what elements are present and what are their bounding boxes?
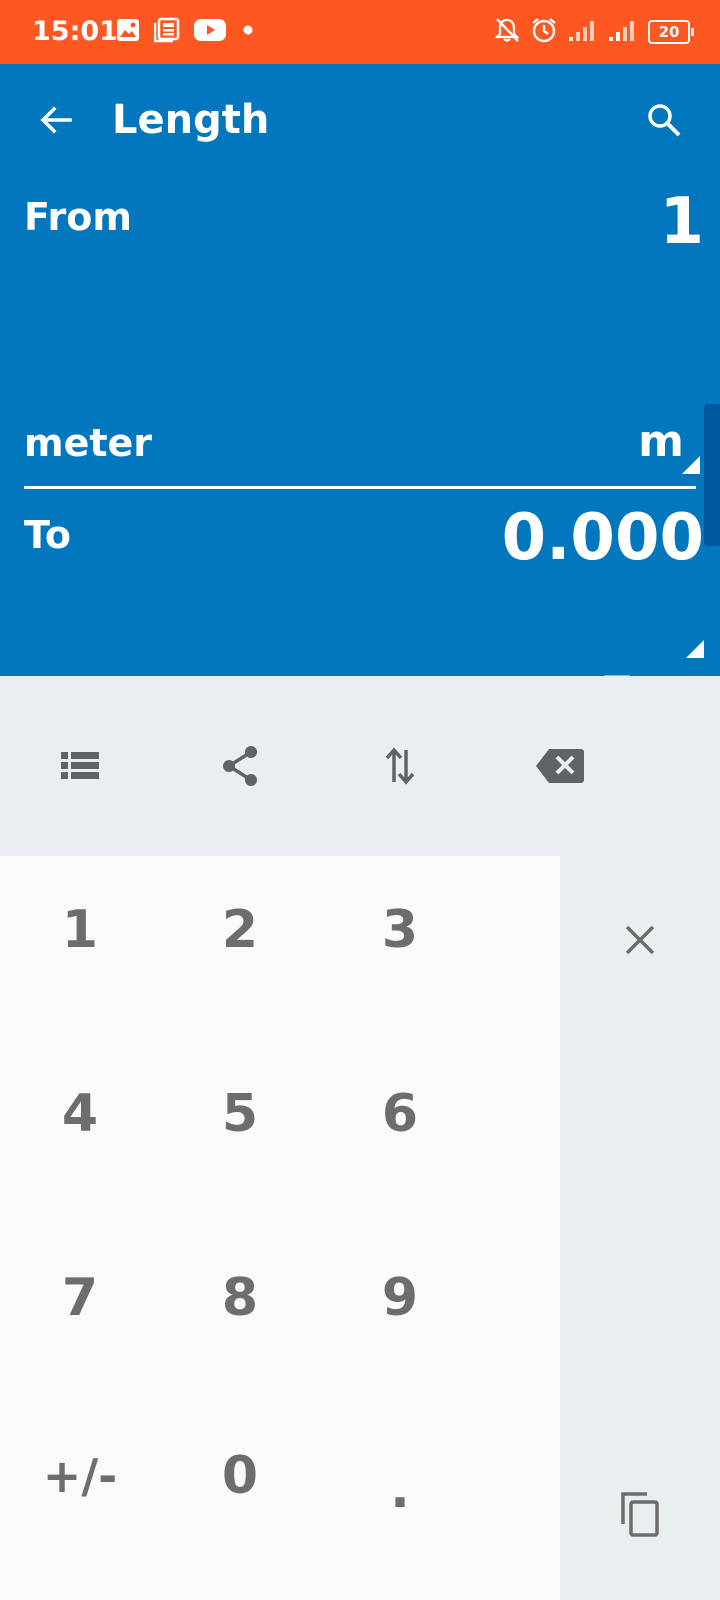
- signal-icon-2: [608, 18, 638, 46]
- copy-icon: [621, 1492, 659, 1537]
- key-8[interactable]: 8: [180, 1238, 300, 1358]
- key-6[interactable]: 6: [340, 1054, 460, 1174]
- notification-icons: [116, 17, 256, 47]
- action-toolbar: [0, 676, 720, 856]
- unit-list-button[interactable]: [40, 726, 120, 806]
- scrollbar-thumb[interactable]: [704, 404, 720, 546]
- youtube-icon: [194, 18, 226, 46]
- clear-icon: [625, 925, 655, 955]
- alarm-icon: [530, 16, 558, 48]
- backspace-icon: [536, 749, 584, 783]
- key-decimal[interactable]: .: [340, 1430, 460, 1550]
- dot-icon: [240, 22, 256, 42]
- share-button[interactable]: [200, 726, 280, 806]
- to-value-field[interactable]: 0.000: [502, 500, 704, 576]
- arrow-left-icon: [40, 106, 72, 134]
- key-2[interactable]: 2: [180, 870, 300, 990]
- from-underline: [24, 486, 696, 489]
- key-3[interactable]: 3: [340, 870, 460, 990]
- side-action-panel: [560, 856, 720, 1600]
- key-9[interactable]: 9: [340, 1238, 460, 1358]
- from-label: From: [24, 195, 132, 239]
- image-icon: [116, 18, 140, 46]
- list-icon: [61, 752, 99, 779]
- share-icon: [223, 746, 257, 786]
- battery-icon: 20: [648, 20, 694, 44]
- from-value-field[interactable]: 1: [659, 184, 704, 260]
- to-dropdown-indicator: [686, 640, 704, 658]
- status-bar: 15:01 20: [0, 0, 720, 64]
- to-label: To: [24, 513, 71, 557]
- page-title: Length: [112, 97, 270, 143]
- key-7[interactable]: 7: [20, 1238, 140, 1358]
- from-unit-selector[interactable]: meter: [24, 418, 152, 468]
- key-4[interactable]: 4: [20, 1054, 140, 1174]
- key-1[interactable]: 1: [20, 870, 140, 990]
- back-button[interactable]: [30, 94, 82, 146]
- swap-icon: [385, 747, 415, 785]
- copy-button[interactable]: [590, 1464, 690, 1564]
- news-icon: [153, 17, 180, 47]
- key-plus-minus[interactable]: +/-: [20, 1416, 140, 1536]
- converter-header: Length From 1 meter m To 0.000 exameter …: [0, 64, 720, 724]
- status-time: 15:01: [32, 16, 118, 47]
- key-5[interactable]: 5: [180, 1054, 300, 1174]
- system-icons: 20: [494, 16, 694, 48]
- bell-off-icon: [494, 17, 520, 47]
- backspace-button[interactable]: [520, 726, 600, 806]
- clear-button[interactable]: [590, 890, 690, 990]
- signal-icon-1: [568, 18, 598, 46]
- search-button[interactable]: [638, 94, 690, 146]
- from-dropdown-indicator: [682, 456, 700, 474]
- swap-units-button[interactable]: [360, 726, 440, 806]
- number-keypad: 1 2 3 4 5 6 7 8 9 +/- 0 .: [0, 856, 560, 1600]
- key-0[interactable]: 0: [180, 1416, 300, 1536]
- search-icon: [648, 104, 681, 137]
- from-unit-symbol[interactable]: m: [638, 414, 684, 470]
